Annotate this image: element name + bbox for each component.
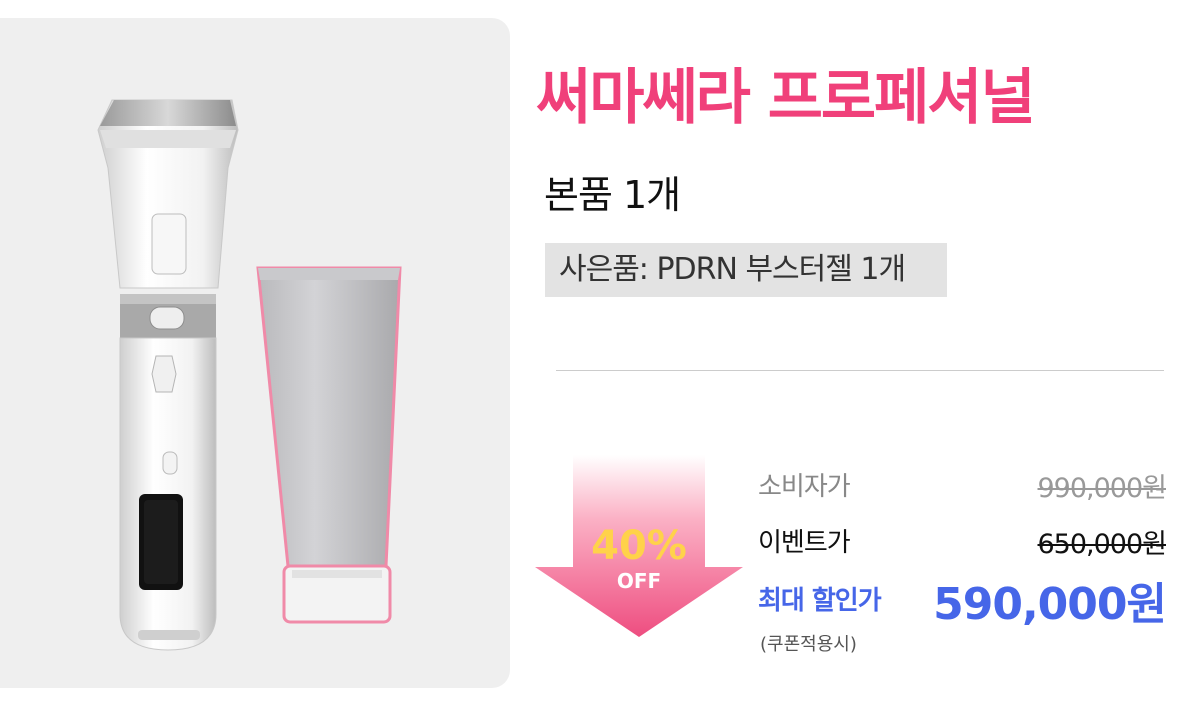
event-price-value: 650,000원 <box>1037 529 1167 560</box>
event-price-label: 이벤트가 <box>758 528 851 558</box>
discount-arrow-badge: 40% OFF <box>535 455 743 637</box>
handheld-device <box>97 99 239 651</box>
max-discount-label: 최대 할인가 <box>758 586 882 616</box>
product-title: 써마쎄라 프로페셔널 <box>536 63 1036 133</box>
discount-percent: 40% <box>591 523 687 569</box>
max-discount-price-row: 최대 할인가 590,000원 <box>758 568 1167 630</box>
coupon-note: (쿠폰적용시) <box>760 634 857 655</box>
retail-price-row: 소비자가 990,000원 <box>758 466 1167 506</box>
retail-price-value: 990,000원 <box>1037 473 1167 504</box>
max-discount-price: 590,000원 <box>933 579 1167 630</box>
retail-price-label: 소비자가 <box>758 472 851 502</box>
discount-off-label: OFF <box>617 569 661 593</box>
gift-badge: 사은품: PDRN 부스터젤 1개 <box>545 243 947 297</box>
product-image <box>97 99 402 651</box>
event-price-row: 이벤트가 650,000원 <box>758 522 1167 562</box>
gel-tube <box>256 266 402 624</box>
divider <box>556 370 1164 371</box>
product-image-panel <box>0 18 510 688</box>
main-item-label: 본품 1개 <box>544 173 681 217</box>
